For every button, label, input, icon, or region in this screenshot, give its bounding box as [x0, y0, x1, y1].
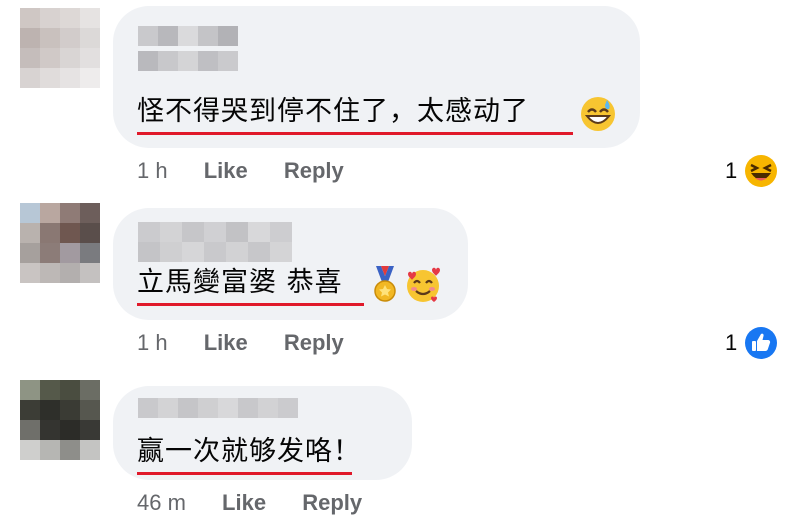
blurred-author-name[interactable]	[138, 222, 292, 242]
reaction-count: 1	[725, 158, 738, 183]
timestamp[interactable]: 46 m	[137, 490, 186, 516]
red-underline	[137, 472, 352, 475]
like-button[interactable]: Like	[222, 490, 266, 516]
reply-button[interactable]: Reply	[302, 490, 362, 516]
like-button[interactable]: Like	[204, 158, 248, 184]
comment-text: 赢一次就够发咯！	[137, 436, 361, 467]
like-reaction-icon[interactable]	[744, 326, 778, 360]
like-button[interactable]: Like	[204, 330, 248, 356]
red-underline	[137, 303, 364, 306]
comment-meta: 1 h Like Reply	[137, 330, 344, 356]
medal-emoji	[374, 266, 396, 302]
red-underline	[137, 132, 573, 135]
timestamp[interactable]: 1 h	[137, 330, 168, 356]
laughing-reaction-icon[interactable]	[744, 154, 778, 188]
comment-meta: 1 h Like Reply	[137, 158, 344, 184]
avatar[interactable]	[20, 203, 100, 283]
avatar[interactable]	[20, 380, 100, 460]
reaction-count: 1	[725, 330, 738, 355]
comment-text: 怪不得哭到停不住了，太感动了	[137, 96, 529, 127]
smiling-face-with-hearts-emoji	[407, 267, 440, 302]
grinning-sweat-emoji	[581, 97, 615, 131]
reply-button[interactable]: Reply	[284, 158, 344, 184]
blurred-author-name[interactable]	[138, 26, 238, 46]
avatar[interactable]	[20, 8, 100, 88]
comment-text: 立馬變富婆 恭喜	[137, 267, 343, 298]
timestamp[interactable]: 1 h	[137, 158, 168, 184]
comment-meta: 46 m Like Reply	[137, 490, 362, 516]
blurred-author-name[interactable]	[138, 398, 298, 418]
reply-button[interactable]: Reply	[284, 330, 344, 356]
